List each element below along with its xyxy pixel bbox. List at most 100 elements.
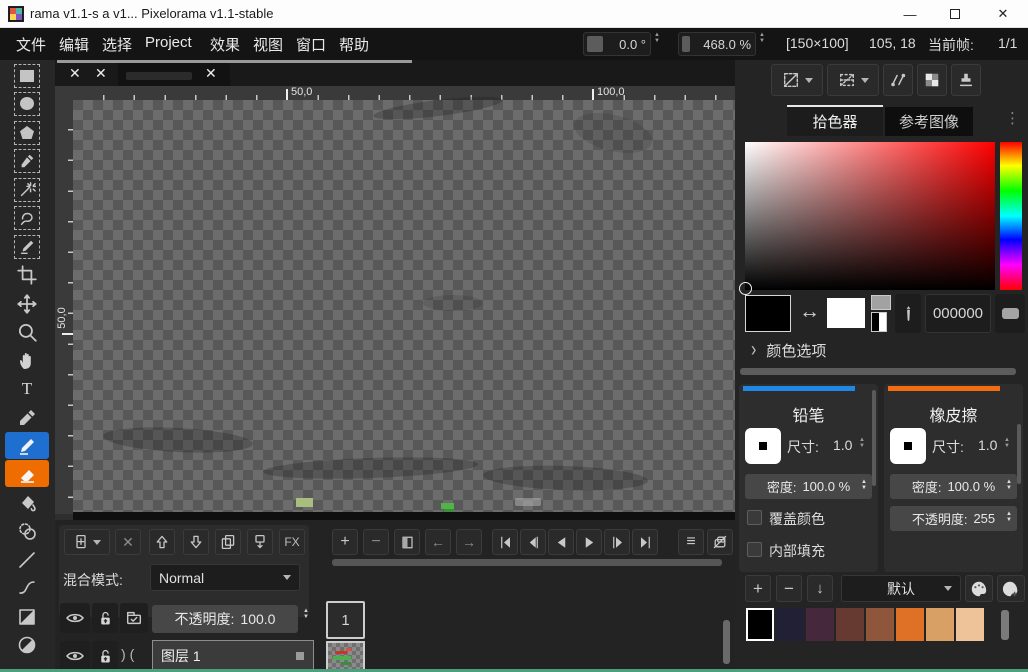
line-tool[interactable] [5,546,49,573]
rectangle-tool[interactable] [5,603,49,630]
recent-color-bottom[interactable] [871,312,887,332]
palette-swatch-4[interactable] [866,608,894,641]
zoom-spinner[interactable]: ▲▼ [759,33,765,44]
rectangle-select-tool[interactable] [5,62,49,89]
layer-fx-button[interactable]: FX [279,529,305,555]
bucket-tool[interactable] [5,489,49,516]
zoom-slider-handle[interactable] [682,36,690,52]
play-backwards-button[interactable] [548,529,574,555]
menu-select[interactable]: 选择 [102,34,132,55]
zoom-input[interactable]: 468.0 % [678,32,756,56]
first-frame-button[interactable] [492,529,518,555]
crop-tool[interactable] [5,261,49,288]
rotation-spinner[interactable]: ▲▼ [654,33,660,44]
remove-frame-button[interactable]: − [363,529,389,555]
eraser-panel-scrollbar[interactable] [1017,424,1021,484]
saturation-value-square[interactable] [745,142,995,290]
paint-select-tool[interactable] [5,233,49,260]
minimize-icon[interactable]: — [903,7,917,22]
blend-mode-dropdown[interactable]: Normal [150,564,300,591]
add-swatch-button[interactable]: + [745,575,771,602]
new-palette-button[interactable] [997,575,1025,602]
color-select-tool[interactable] [5,147,49,174]
move-tool[interactable] [5,290,49,317]
tab-color-picker[interactable]: 拾色器 [787,105,883,136]
palette-swatch-2[interactable] [806,608,834,641]
menu-file[interactable]: 文件 [16,34,46,55]
palette-swatch-0[interactable] [746,608,774,641]
timeline-vertical-scrollbar[interactable] [723,620,730,664]
link-cels-icon[interactable]: )( [121,646,138,662]
edit-palette-button[interactable] [965,575,993,602]
magic-wand-tool[interactable] [5,176,49,203]
recent-color-top[interactable] [871,295,891,310]
color-picker-tool[interactable] [5,404,49,431]
layer-options-icon[interactable] [296,652,304,660]
layer-lock-button[interactable] [92,603,118,633]
cel-thumbnail[interactable] [326,641,365,672]
rotation-input[interactable]: 0.0 ° [583,32,651,56]
pencil-tool[interactable] [5,432,49,459]
move-frame-left-button[interactable]: ← [425,529,451,555]
merge-down-button[interactable] [247,529,273,555]
palette-swatch-3[interactable] [836,608,864,641]
canvas[interactable] [73,100,783,512]
clone-layer-button[interactable] [215,529,241,555]
remove-swatch-button[interactable]: − [776,575,802,602]
eraser-opacity-spinner[interactable]: ▲▼ [1006,512,1012,523]
primary-color-swatch[interactable] [745,295,791,332]
secondary-color-swatch[interactable] [827,298,865,328]
menu-project[interactable]: Project [145,34,192,51]
maximize-icon[interactable] [950,9,960,19]
color-mode-button[interactable] [995,294,1025,333]
timeline-menu-button[interactable]: ≡ [678,529,704,555]
menu-view[interactable]: 视图 [253,34,283,55]
layer-visibility-button[interactable] [60,603,90,633]
sv-cursor[interactable] [739,282,752,295]
tab1-close-icon[interactable]: ✕ [69,65,81,82]
ellipse-tool[interactable] [5,631,49,658]
hue-slider[interactable] [1000,142,1022,290]
alpha-lock-button[interactable] [917,64,947,96]
pencil-size-value[interactable]: 1.0 [833,437,852,453]
palette-scrollbar[interactable] [1001,610,1009,640]
play-button[interactable] [576,529,602,555]
eraser-density-spinner[interactable]: ▲▼ [1006,480,1012,491]
pixel-perfect-button[interactable] [883,64,913,96]
menu-help[interactable]: 帮助 [339,34,369,55]
swap-colors-icon[interactable]: ↔ [799,300,820,324]
polygon-select-tool[interactable] [5,119,49,146]
onion-skinning-button[interactable] [707,529,733,555]
layer-visibility-button[interactable] [60,641,90,671]
eraser-opacity-input[interactable]: 不透明度: 255 [890,506,1017,531]
panel-kebab-icon[interactable]: ⋮ [1005,109,1020,127]
eraser-tool[interactable] [5,460,49,487]
move-layer-down-button[interactable] [183,529,209,555]
frame-scrollbar[interactable] [332,559,722,566]
pan-tool[interactable] [5,347,49,374]
delete-layer-button[interactable]: ✕ [115,529,141,555]
hex-color-input[interactable]: 000000 [925,294,991,333]
palette-swatch-5[interactable] [896,608,924,641]
horizontal-ruler[interactable]: 50,0 100,0 [55,86,735,100]
pencil-density-spinner[interactable]: ▲▼ [861,480,867,491]
menu-window[interactable]: 窗口 [296,34,326,55]
dynamics-button[interactable] [951,64,981,96]
zoom-tool[interactable] [5,318,49,345]
menu-edit[interactable]: 编辑 [59,34,89,55]
previous-frame-button[interactable] [520,529,546,555]
vertical-mirror-button[interactable] [827,64,879,96]
color-panel-scrollbar[interactable] [740,368,1016,375]
move-frame-right-button[interactable]: → [456,529,482,555]
curve-tool[interactable] [5,574,49,601]
palette-swatch-6[interactable] [926,608,954,641]
color-options-expander[interactable]: › 颜色选项 [751,340,826,361]
add-frame-button[interactable]: + [332,529,358,555]
palette-swatch-1[interactable] [776,608,804,641]
pencil-panel-scrollbar[interactable] [872,390,876,486]
pencil-density-input[interactable]: 密度: 100.0 % [745,474,872,499]
cel-linking-button[interactable] [120,603,148,633]
layer-lock-button[interactable] [92,641,118,671]
lasso-select-tool[interactable] [5,204,49,231]
close-icon[interactable]: ✕ [996,6,1010,22]
